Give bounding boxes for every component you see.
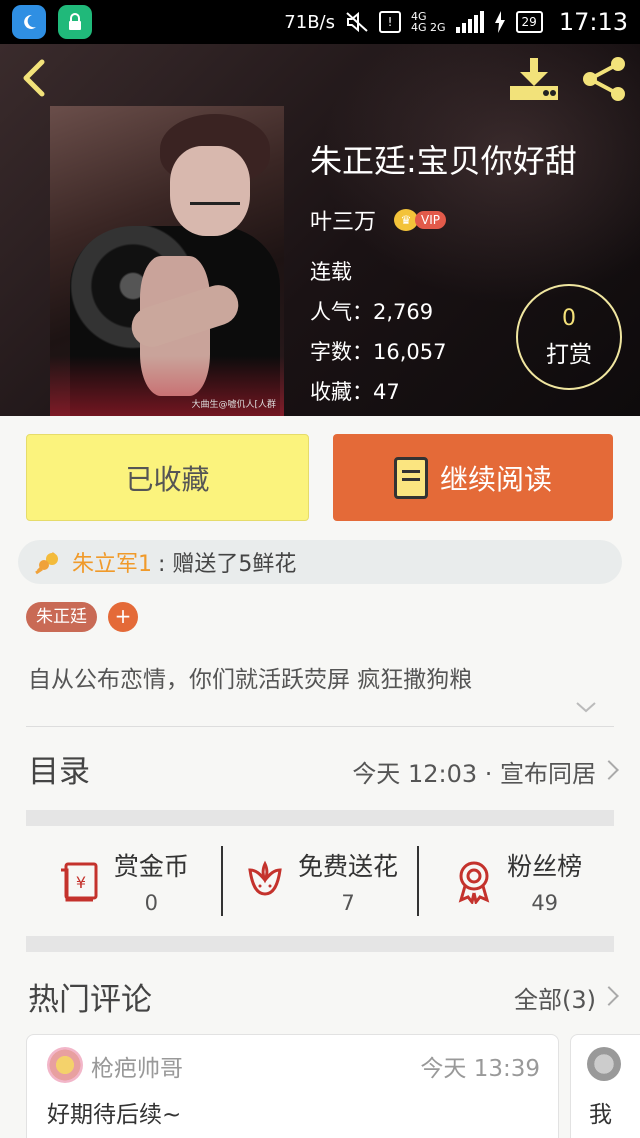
word-count-label: 字数： (310, 340, 373, 364)
favorites-value: 47 (373, 380, 400, 404)
comment-card[interactable]: 枪疤帅哥 今天 13:39 好期待后续~ (26, 1034, 559, 1138)
chevron-down-icon[interactable] (574, 698, 598, 716)
catalog-row[interactable]: 目录 今天 12:03 · 宣布同居 (0, 728, 640, 810)
status-bar: 71B/s ! 4G 4G 2G 29 17:13 (0, 0, 640, 44)
popularity-label: 人气： (310, 300, 373, 324)
mute-icon (346, 11, 368, 33)
cover-watermark: 大曲生@嘘仉人[人群 (191, 400, 276, 410)
page: 71B/s ! 4G 4G 2G 29 17:13 大曲生@嘘仉人[人群 朱正廷:… (0, 0, 640, 1138)
comment-text: 好期待后续~ (47, 1102, 182, 1128)
flower-icon (248, 860, 282, 896)
lock-app-icon (58, 5, 92, 39)
comment-time: 今天 13:39 (420, 1056, 540, 1082)
word-count-value: 16,057 (373, 340, 447, 364)
signal-icon (455, 11, 484, 33)
stat-value: 7 (341, 891, 355, 915)
vip-label: VIP (415, 211, 446, 229)
book-icon (393, 456, 428, 499)
avatar[interactable] (47, 1047, 83, 1083)
add-tag-button[interactable]: + (108, 602, 138, 632)
catalog-title: 目录 (28, 754, 90, 790)
stat-value: 0 (144, 891, 159, 915)
stat-fan-ranking[interactable]: 粉丝榜 49 (419, 828, 614, 934)
continue-reading-label: 继续阅读 (439, 462, 552, 496)
section-separator (26, 810, 614, 826)
popularity-value: 2,769 (373, 300, 434, 324)
share-icon[interactable] (580, 54, 630, 104)
moon-app-icon (12, 5, 46, 39)
avatar[interactable] (587, 1047, 621, 1081)
book-cover-image[interactable]: 大曲生@嘘仉人[人群 (50, 106, 284, 416)
stat-free-flowers[interactable]: 免费送花 7 (223, 828, 418, 934)
battery-icon: 29 (515, 11, 543, 33)
tip-count: 0 (562, 305, 576, 331)
chevron-right-icon (599, 760, 619, 780)
book-header: 大曲生@嘘仉人[人群 朱正廷:宝贝你好甜 叶三万 ♛ VIP 连载 人气： 2,7… (0, 44, 640, 416)
stat-label: 粉丝榜 (507, 852, 583, 881)
author-name[interactable]: 叶三万 (310, 204, 376, 236)
award-ribbon-icon (458, 861, 490, 904)
book-description: 自从公布恋情，你们就活跃荧屏 疯狂撒狗粮 (28, 667, 473, 693)
stat-reward-coins[interactable]: ¥ 赏金币 0 (26, 828, 221, 934)
comments-header: 热门评论 全部(3) (0, 966, 640, 1026)
gift-ticker[interactable]: 朱立军1 : 赠送了5鲜花 (18, 540, 622, 584)
flower-bouquet-icon (35, 552, 58, 575)
book-status: 连载 (310, 260, 352, 284)
back-icon[interactable] (16, 58, 56, 98)
tip-label: 打赏 (546, 341, 592, 368)
charging-icon (494, 11, 505, 33)
gift-username[interactable]: 朱立军1 (72, 546, 152, 578)
tag-item[interactable]: 朱正廷 (26, 602, 97, 632)
red-envelope-icon: ¥ (60, 862, 98, 902)
divider (26, 726, 614, 727)
comment-card[interactable]: 我 (570, 1034, 640, 1138)
favorited-button[interactable]: 已收藏 (26, 434, 309, 521)
clock: 17:13 (558, 8, 628, 36)
network-type: 4G 4G 2G (411, 10, 446, 34)
comment-username[interactable]: 枪疤帅哥 (91, 1049, 183, 1083)
gift-message: : 赠送了5鲜花 (158, 552, 297, 577)
favorites-label: 收藏： (310, 380, 373, 404)
stat-value: 49 (531, 891, 559, 915)
network-speed: 71B/s (284, 11, 335, 33)
stats-bar: ¥ 赏金币 0 免费送花 7 粉丝榜 49 (26, 828, 614, 934)
book-title: 朱正廷:宝贝你好甜 (310, 142, 577, 180)
svg-text:¥: ¥ (76, 873, 86, 892)
stat-label: 赏金币 (113, 852, 189, 881)
tip-button[interactable]: 0 打赏 (516, 284, 622, 390)
alert-icon: ! (379, 11, 401, 33)
continue-reading-button[interactable]: 继续阅读 (333, 434, 613, 521)
all-comments-link[interactable]: 全部(3) (514, 980, 596, 1015)
latest-chapter[interactable]: 今天 12:03 · 宣布同居 (352, 754, 596, 789)
chevron-right-icon (599, 986, 619, 1006)
section-separator (26, 936, 614, 952)
download-icon[interactable] (508, 56, 560, 102)
comment-text: 我 (589, 1102, 612, 1128)
comments-title: 热门评论 (28, 982, 152, 1018)
stat-label: 免费送花 (298, 852, 399, 881)
vip-badge: ♛ VIP (394, 209, 446, 231)
